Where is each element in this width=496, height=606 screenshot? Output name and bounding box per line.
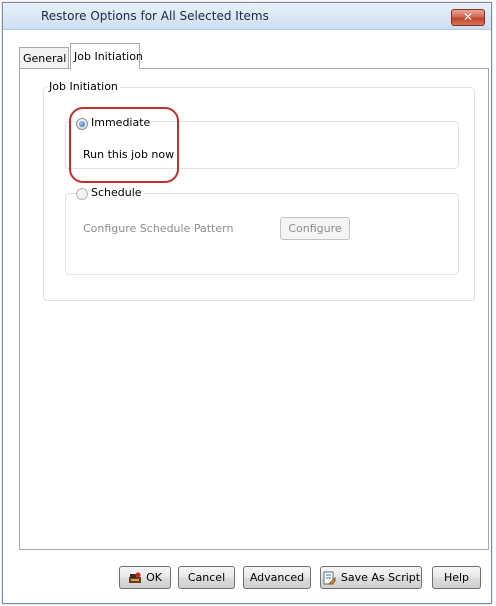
close-icon: ✕ xyxy=(462,10,474,24)
job-initiation-group-label: Job Initiation xyxy=(47,80,120,93)
save-as-script-label: Save As Script xyxy=(340,571,421,584)
tab-job-initiation-label: Job Initiation xyxy=(74,50,143,63)
help-button[interactable]: Help xyxy=(432,566,481,589)
tab-general-label: General xyxy=(23,52,67,65)
save-as-script-button[interactable]: Save As Script xyxy=(320,566,422,589)
advanced-button[interactable]: Advanced xyxy=(243,566,311,589)
configure-schedule-pattern-label: Configure Schedule Pattern xyxy=(83,222,234,235)
title-bar: Restore Options for All Selected Items ✕ xyxy=(3,3,491,30)
close-button[interactable]: ✕ xyxy=(451,9,485,26)
ok-icon xyxy=(128,571,142,585)
script-icon xyxy=(322,571,336,585)
tab-job-initiation[interactable]: Job Initiation xyxy=(70,43,143,69)
ok-button[interactable]: OK xyxy=(119,566,171,589)
highlight-annotation xyxy=(69,107,179,183)
schedule-radio[interactable] xyxy=(76,188,88,200)
cancel-button[interactable]: Cancel xyxy=(178,566,235,589)
schedule-label[interactable]: Schedule xyxy=(89,186,144,199)
restore-options-dialog: Restore Options for All Selected Items ✕… xyxy=(2,2,492,604)
tab-general[interactable]: General xyxy=(19,47,69,69)
window-title: Restore Options for All Selected Items xyxy=(41,9,269,23)
configure-button[interactable]: Configure xyxy=(280,217,350,240)
ok-label: OK xyxy=(146,571,162,584)
